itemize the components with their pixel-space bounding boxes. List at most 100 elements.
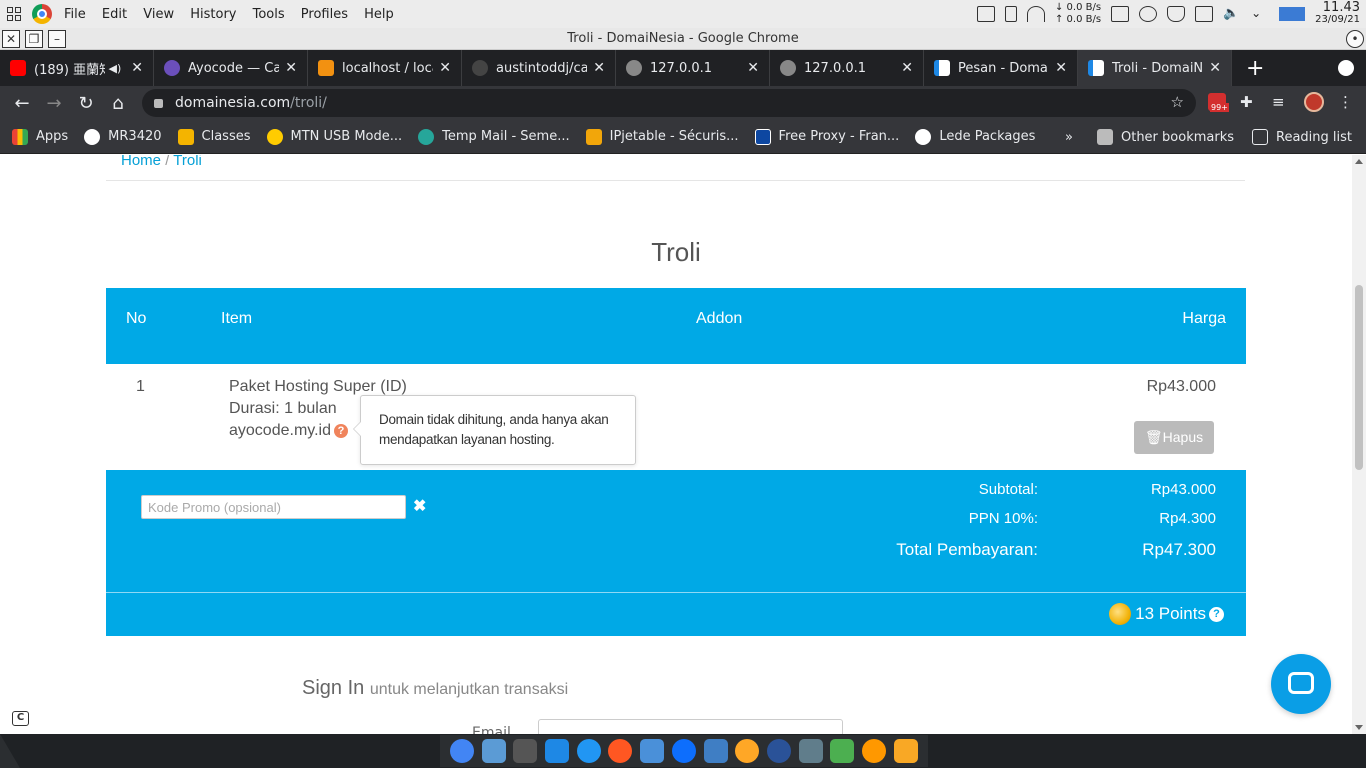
wifi-icon[interactable]: [1026, 6, 1045, 22]
bookmark-tempmail[interactable]: Temp Mail - Seme...: [418, 128, 570, 145]
edge-dock-icon[interactable]: [671, 739, 696, 763]
close-tab-icon[interactable]: ✕: [285, 60, 297, 76]
clipboard-icon[interactable]: [1195, 6, 1214, 22]
tab-localhost-1[interactable]: 127.0.0.1 ✕: [616, 50, 770, 86]
play-icon[interactable]: [1139, 6, 1158, 22]
email-field[interactable]: [538, 719, 843, 734]
tab-localhost[interactable]: localhost / loca ✕: [308, 50, 462, 86]
close-tab-icon[interactable]: ✕: [593, 60, 605, 76]
workspace-indicator[interactable]: [1279, 7, 1306, 21]
clear-promo-icon[interactable]: ✖: [413, 496, 426, 516]
tab-github[interactable]: austintoddj/ca ✕: [462, 50, 616, 86]
close-window-icon[interactable]: ✕: [2, 30, 20, 48]
tab-ayocode[interactable]: Ayocode — Ca ✕: [154, 50, 308, 86]
reading-list[interactable]: Reading list: [1252, 129, 1352, 145]
bookmark-lede[interactable]: Lede Packages: [915, 128, 1035, 145]
chat-button[interactable]: [1271, 654, 1331, 714]
tab-search-icon[interactable]: [1338, 60, 1354, 76]
bookmark-freeproxy[interactable]: Free Proxy - Fran...: [754, 128, 899, 145]
page-scrollbar[interactable]: [1352, 155, 1366, 734]
address-bar[interactable]: domainesia.com/troli/ ☆: [142, 89, 1196, 117]
home-button[interactable]: ⌂: [102, 93, 134, 114]
network-dock-icon[interactable]: [576, 739, 601, 763]
scroll-up-icon[interactable]: [1355, 159, 1363, 164]
window-icon[interactable]: [976, 6, 995, 22]
menu-profiles[interactable]: Profiles: [301, 7, 348, 22]
close-tab-icon[interactable]: ✕: [1055, 60, 1067, 76]
bookmark-star-icon[interactable]: ☆: [1171, 93, 1184, 111]
profile-avatar[interactable]: [1304, 92, 1324, 112]
delete-button[interactable]: 🗑Hapus: [1134, 421, 1214, 454]
close-tab-icon[interactable]: ✕: [747, 60, 759, 76]
postman-dock-icon[interactable]: [608, 739, 633, 763]
forward-button[interactable]: →: [38, 93, 70, 114]
volume-icon[interactable]: 🔈: [1223, 6, 1241, 22]
close-tab-icon[interactable]: ✕: [439, 60, 451, 76]
back-button[interactable]: ←: [6, 93, 38, 114]
terminal-dock-icon[interactable]: [513, 739, 538, 763]
chrome-icon[interactable]: [32, 4, 52, 24]
header-item: Item: [221, 310, 253, 327]
notes-icon[interactable]: [1111, 6, 1130, 22]
files-dock-icon[interactable]: [481, 739, 506, 763]
menu-file[interactable]: File: [64, 7, 86, 22]
scroll-down-icon[interactable]: [1355, 725, 1363, 730]
close-tab-icon[interactable]: ✕: [131, 60, 143, 76]
bookmark-apps[interactable]: Apps: [12, 128, 68, 145]
domainesia-icon: [1088, 60, 1104, 76]
speaker-icon[interactable]: ◀): [109, 62, 122, 75]
bookmark-mtn[interactable]: MTN USB Mode...: [266, 128, 402, 145]
chrome-dock-icon[interactable]: [449, 739, 474, 763]
vscode-dock-icon[interactable]: [545, 739, 570, 763]
new-tab-button[interactable]: +: [1246, 56, 1264, 81]
moon-dock-icon[interactable]: [767, 739, 792, 763]
media-control-icon[interactable]: ≡: [1272, 93, 1290, 111]
tab-pesan[interactable]: Pesan - Domai ✕: [924, 50, 1078, 86]
bookmarks-right: » Other bookmarks Reading list: [1065, 120, 1352, 154]
menu-dots-icon[interactable]: ⋮: [1338, 93, 1356, 111]
orange-dock-icon[interactable]: [735, 739, 760, 763]
lock-icon[interactable]: [154, 98, 163, 108]
trash-icon[interactable]: [1004, 6, 1017, 22]
help-icon[interactable]: ?: [333, 423, 348, 438]
promo-code-input[interactable]: [141, 495, 406, 519]
c-icon[interactable]: C: [12, 711, 29, 726]
sublime-dock-icon[interactable]: [862, 739, 887, 763]
telegram-dock-icon[interactable]: [640, 739, 665, 763]
signin-title: Sign In: [302, 677, 365, 699]
menu-history[interactable]: History: [190, 7, 236, 22]
bookmark-ipjetable[interactable]: IPjetable - Sécuris...: [585, 128, 739, 145]
other-bookmarks[interactable]: Other bookmarks: [1096, 129, 1234, 145]
minimize-window-icon[interactable]: –: [48, 30, 66, 48]
breadcrumb-home[interactable]: Home: [121, 155, 161, 169]
restore-window-icon[interactable]: ❐: [25, 30, 43, 48]
app-grid-icon[interactable]: [0, 0, 28, 28]
menu-tools[interactable]: Tools: [253, 7, 285, 22]
extension-badge-icon[interactable]: 99+: [1208, 93, 1229, 112]
close-tab-icon[interactable]: ✕: [901, 60, 913, 76]
menu-view[interactable]: View: [143, 7, 174, 22]
clock[interactable]: 11.43 23/09/21: [1315, 1, 1360, 26]
monitor-dock-icon[interactable]: [798, 739, 823, 763]
bookmarks-overflow-button[interactable]: »: [1065, 130, 1073, 145]
bookmark-mr3420[interactable]: MR3420: [84, 128, 162, 145]
puzzle-icon[interactable]: ✚: [1240, 93, 1258, 111]
shield-icon[interactable]: [1167, 6, 1186, 22]
scrollbar-thumb[interactable]: [1355, 285, 1363, 470]
chevron-down-icon[interactable]: ⌄: [1251, 6, 1269, 22]
menu-help[interactable]: Help: [364, 7, 394, 22]
writer-dock-icon[interactable]: [703, 739, 728, 763]
tab-youtube[interactable]: (189) 亜蘭知 ◀) ✕: [0, 50, 154, 86]
breadcrumb-current[interactable]: Troli: [173, 155, 202, 169]
reload-button[interactable]: ↻: [70, 93, 102, 114]
points-help-icon[interactable]: ?: [1209, 607, 1224, 622]
tab-troli[interactable]: Troli - DomaiNe ✕: [1078, 50, 1232, 86]
dbeaver-dock-icon[interactable]: [893, 739, 918, 763]
close-tab-icon[interactable]: ✕: [1209, 60, 1221, 76]
ipjetable-icon: [585, 128, 602, 145]
tab-localhost-2[interactable]: 127.0.0.1 ✕: [770, 50, 924, 86]
window-menu-icon[interactable]: •: [1346, 30, 1364, 48]
image-dock-icon[interactable]: [830, 739, 855, 763]
menu-edit[interactable]: Edit: [102, 7, 127, 22]
bookmark-classes[interactable]: Classes: [177, 128, 251, 145]
